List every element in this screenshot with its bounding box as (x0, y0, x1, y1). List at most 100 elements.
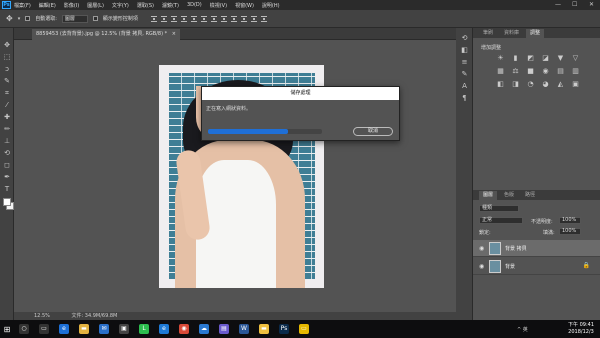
search-icon[interactable]: ○ (19, 324, 29, 334)
posterize-icon[interactable]: ◧ (493, 80, 508, 88)
vibrance-icon[interactable]: ▼ (553, 54, 568, 62)
menu-edit[interactable]: 編輯(E) (39, 2, 56, 9)
file-explorer-icon[interactable]: ▬ (79, 324, 89, 334)
lasso-tool-icon[interactable]: ↄ (2, 64, 12, 74)
tab-brushes[interactable]: 筆刷 (479, 29, 497, 38)
minimize-icon[interactable]: — (555, 1, 561, 8)
tab-paths[interactable]: 路徑 (521, 191, 539, 200)
menu-layer[interactable]: 圖層(L) (87, 2, 104, 9)
history-brush-icon[interactable]: ⟲ (2, 148, 12, 158)
mail-icon[interactable]: ✉ (99, 324, 109, 334)
edge-icon[interactable]: e (59, 324, 69, 334)
blend-mode-select[interactable]: 正常 (479, 217, 523, 224)
onedrive-icon[interactable]: ☁ (199, 324, 209, 334)
hue-saturation-icon[interactable]: ▽ (568, 54, 583, 62)
distribute-top-icon[interactable] (210, 15, 217, 22)
brush-settings-icon[interactable]: ✎ (460, 70, 469, 79)
color-lookup-icon[interactable]: ▤ (553, 67, 568, 75)
show-transform-checkbox[interactable] (92, 16, 98, 21)
shadows-highlights-icon[interactable]: ◭ (553, 80, 568, 88)
paragraph-panel-icon[interactable]: ¶ (460, 94, 469, 103)
menu-3d[interactable]: 3D(D) (187, 2, 202, 8)
word-icon[interactable]: W (239, 324, 249, 334)
brightness-icon[interactable]: ☀ (493, 54, 508, 62)
chrome-icon[interactable]: ◉ (179, 324, 189, 334)
threshold-icon[interactable]: ◨ (508, 80, 523, 88)
stamp-tool-icon[interactable]: ⊥ (2, 136, 12, 146)
brush-tool-icon[interactable]: ✏ (2, 124, 12, 134)
visibility-eye-icon[interactable]: ◉ (479, 263, 484, 270)
zoom-level[interactable]: 12.5% (34, 313, 50, 319)
levels-icon[interactable]: ▮ (508, 54, 523, 62)
line-app-icon[interactable]: L (139, 324, 149, 334)
visibility-eye-icon[interactable]: ◉ (479, 245, 484, 252)
layer-row[interactable]: ◉ 背景 🔒 (473, 258, 600, 275)
menu-image[interactable]: 影像(I) (64, 2, 79, 9)
photoshop-taskbar-icon[interactable]: Ps (279, 324, 289, 334)
close-icon[interactable]: ✕ (589, 1, 594, 8)
layer-row[interactable]: ◉ 背景 拷貝 (473, 240, 600, 257)
gradient-map-icon[interactable]: ◔ (523, 80, 538, 88)
photos-icon[interactable]: ▤ (219, 324, 229, 334)
tab-adjustments[interactable]: 調整 (526, 29, 545, 38)
cancel-button[interactable]: 取消 (353, 127, 393, 136)
menu-file[interactable]: 檔案(F) (14, 2, 31, 9)
selective-color-icon[interactable]: ◕ (538, 80, 553, 88)
folder-icon[interactable]: ▬ (259, 324, 269, 334)
pen-tool-icon[interactable]: ✒ (2, 172, 12, 182)
type-tool-icon[interactable]: T (2, 184, 12, 194)
internet-explorer-icon[interactable]: e (159, 324, 169, 334)
properties-panel-icon[interactable]: ≡ (460, 58, 469, 67)
distribute-left-icon[interactable] (240, 15, 247, 22)
align-center-icon[interactable] (190, 15, 197, 22)
distribute-middle-icon[interactable] (220, 15, 227, 22)
exposure-icon[interactable]: ◪ (538, 54, 553, 62)
crop-tool-icon[interactable]: ⌗ (2, 88, 12, 98)
sticky-notes-icon[interactable]: ▭ (299, 324, 309, 334)
tab-channels[interactable]: 色版 (500, 191, 518, 200)
character-panel-icon[interactable]: A (460, 82, 469, 91)
document-tab[interactable]: 8859453 (去背背景).jpg @ 12.5% (背景 拷貝, RGB/8… (32, 29, 180, 40)
menu-help[interactable]: 說明(H) (262, 2, 280, 9)
curves-icon[interactable]: ◩ (523, 54, 538, 62)
menu-type[interactable]: 文字(Y) (112, 2, 129, 9)
pattern-icon[interactable]: ▣ (568, 80, 583, 88)
maximize-icon[interactable]: ☐ (572, 1, 577, 8)
tab-layers[interactable]: 圖層 (479, 191, 498, 200)
eyedropper-tool-icon[interactable]: ⁄ (2, 100, 12, 110)
align-middle-icon[interactable] (160, 15, 167, 22)
distribute-right-icon[interactable] (260, 15, 267, 22)
color-balance-icon[interactable]: ▦ (493, 67, 508, 75)
system-tray[interactable]: ^ 英 (517, 326, 528, 333)
tab-libraries[interactable]: 資料庫 (500, 29, 523, 38)
auto-select-checkbox[interactable] (25, 16, 31, 21)
clock[interactable]: 下午 09:41 2018/12/3 (568, 322, 594, 336)
align-right-icon[interactable] (200, 15, 207, 22)
quick-select-tool-icon[interactable]: ✎ (2, 76, 12, 86)
tab-close-icon[interactable]: × (172, 31, 176, 37)
opacity-input[interactable]: 100% (559, 217, 581, 224)
swatches-panel-icon[interactable]: ◧ (460, 46, 469, 55)
invert-icon[interactable]: ▥ (568, 67, 583, 75)
chevron-down-icon[interactable]: ▾ (18, 16, 21, 22)
windows-start-icon[interactable]: ⊞ (0, 320, 14, 338)
menu-window[interactable]: 視窗(W) (235, 2, 254, 9)
eraser-tool-icon[interactable]: ◻ (2, 160, 12, 170)
history-panel-icon[interactable]: ⟲ (460, 34, 469, 43)
menu-view[interactable]: 檢視(V) (210, 2, 227, 9)
fill-input[interactable]: 100% (559, 228, 581, 235)
marquee-tool-icon[interactable]: ⬚ (2, 52, 12, 62)
auto-select-dropdown[interactable]: 圖層 (61, 14, 88, 23)
align-left-icon[interactable] (180, 15, 187, 22)
menu-select[interactable]: 選取(S) (137, 2, 154, 9)
layer-kind-filter[interactable]: 種類 (479, 205, 519, 212)
menu-filter[interactable]: 濾鏡(T) (162, 2, 179, 9)
align-top-icon[interactable] (150, 15, 157, 22)
align-bottom-icon[interactable] (170, 15, 177, 22)
distribute-bottom-icon[interactable] (230, 15, 237, 22)
channel-mixer-icon[interactable]: ◉ (538, 67, 553, 75)
move-tool-icon[interactable]: ✥ (2, 40, 12, 50)
photo-filter-icon[interactable]: ■ (523, 67, 538, 75)
task-view-icon[interactable]: ▭ (39, 324, 49, 334)
healing-tool-icon[interactable]: ✚ (2, 112, 12, 122)
